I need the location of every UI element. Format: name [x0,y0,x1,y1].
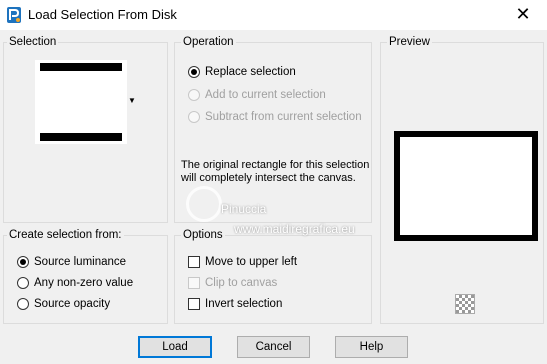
preview-image [394,131,538,241]
checkbox-box[interactable] [188,256,200,268]
radio-indicator[interactable] [188,89,200,101]
subtract-from-selection-radio[interactable]: Subtract from current selection [188,108,362,126]
watermark-name: Pinuccia [221,202,267,216]
radio-indicator[interactable] [188,66,200,78]
transparency-checker-icon[interactable] [455,294,475,314]
selection-legend: Selection [7,36,59,48]
source-opacity-radio[interactable]: Source opacity [17,295,110,313]
move-to-upper-left-checkbox[interactable]: Move to upper left [188,253,297,271]
radio-indicator[interactable] [188,111,200,123]
radio-indicator[interactable] [17,256,29,268]
operation-legend: Operation [181,36,236,48]
checkbox-label: Clip to canvas [205,277,278,289]
dropdown-arrow-icon[interactable]: ▼ [128,96,136,105]
title-bar: Load Selection From Disk ✕ [0,0,547,30]
invert-selection-checkbox[interactable]: Invert selection [188,295,282,313]
radio-label: Source opacity [34,298,111,310]
radio-label: Add to current selection [205,89,326,101]
close-icon[interactable]: ✕ [509,2,537,26]
thumbnail-bottom-bar [40,133,122,141]
preview-legend: Preview [387,36,432,48]
operation-info-text: The original rectangle for this selectio… [181,159,370,184]
radio-label: Replace selection [205,66,296,78]
radio-indicator[interactable] [17,277,29,289]
add-to-selection-radio[interactable]: Add to current selection [188,86,326,104]
checkbox-box[interactable] [188,277,200,289]
watermark-logo [186,186,222,222]
radio-indicator[interactable] [17,298,29,310]
help-button[interactable]: Help [335,336,408,358]
checkbox-label: Move to upper left [205,256,298,268]
radio-label: Source luminance [34,256,127,268]
clip-to-canvas-checkbox[interactable]: Clip to canvas [188,274,277,292]
create-from-legend: Create selection from: [7,229,124,241]
load-button[interactable]: Load [138,336,212,358]
radio-label: Subtract from current selection [205,111,362,123]
psp-icon [7,7,21,23]
checkbox-box[interactable] [188,298,200,310]
source-luminance-radio[interactable]: Source luminance [17,253,126,271]
checkbox-label: Invert selection [205,298,283,310]
selection-thumbnail[interactable] [35,60,127,144]
radio-label: Any non-zero value [34,277,134,289]
cancel-button[interactable]: Cancel [237,336,310,358]
replace-selection-radio[interactable]: Replace selection [188,63,296,81]
watermark-url: www.maidiregrafica.eu [234,222,355,236]
window-title: Load Selection From Disk [28,7,177,22]
any-non-zero-radio[interactable]: Any non-zero value [17,274,133,292]
thumbnail-top-bar [40,63,122,71]
options-legend: Options [181,229,225,241]
